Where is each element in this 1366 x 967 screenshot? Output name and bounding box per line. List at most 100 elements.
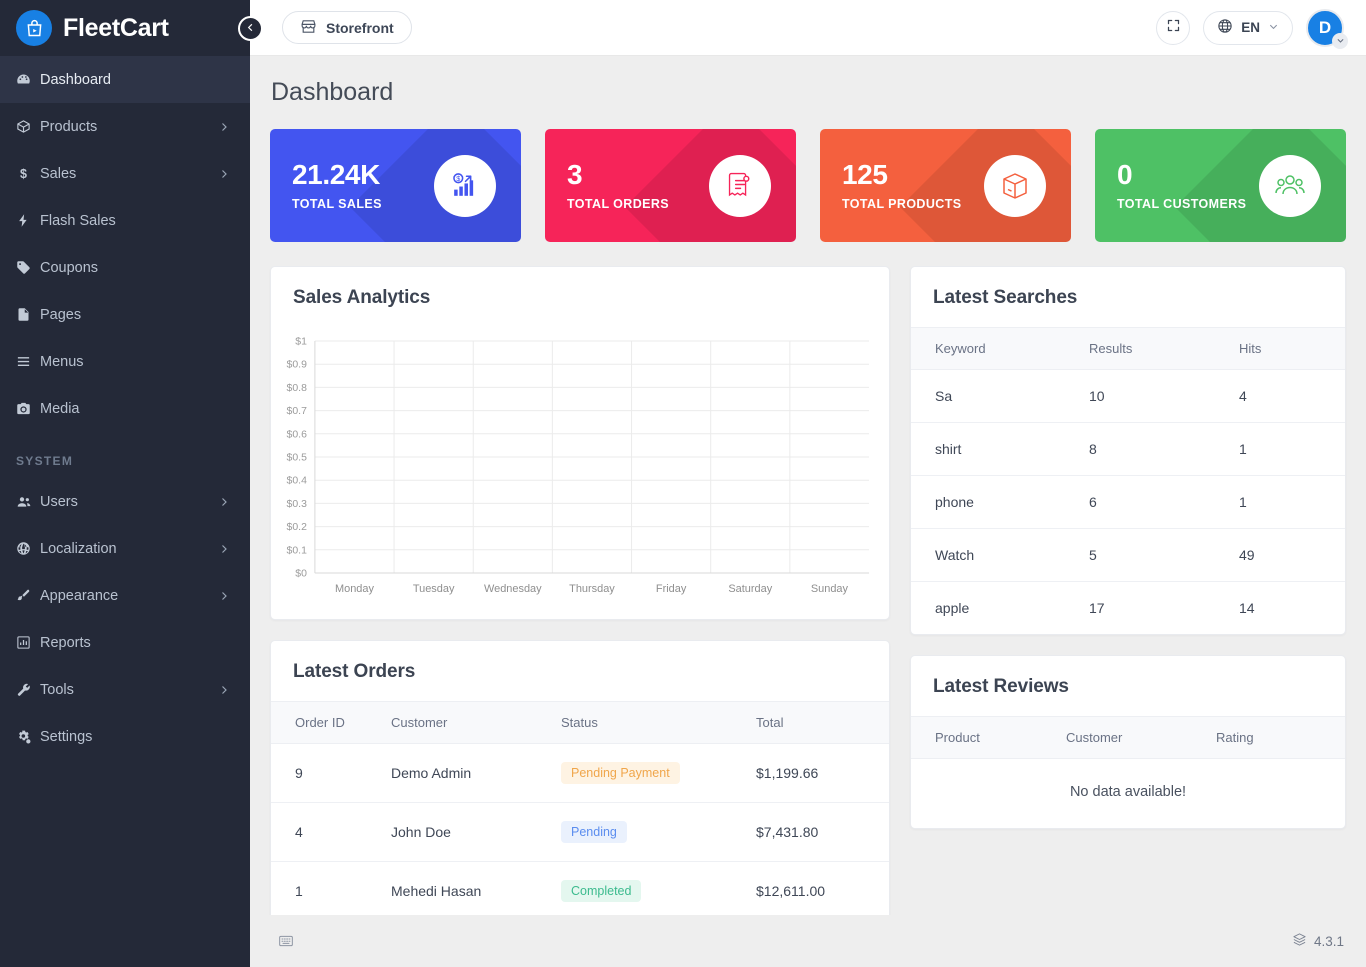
sidebar-item-tools[interactable]: Tools <box>0 666 250 713</box>
table-row[interactable]: Watch 5 49 <box>911 528 1345 582</box>
cell-keyword: apple <box>935 600 970 616</box>
table-header-row: Order ID Customer Status Total <box>271 701 889 744</box>
table-row[interactable]: apple 17 14 <box>911 582 1345 635</box>
stat-card-total-products[interactable]: 125 TOTAL PRODUCTS <box>820 129 1071 242</box>
gears-icon <box>16 729 40 745</box>
table-row[interactable]: Sa 10 4 <box>911 369 1345 423</box>
cell-hits: 4 <box>1229 369 1345 423</box>
users-icon <box>16 494 40 510</box>
sidebar-item-label: Coupons <box>40 259 99 276</box>
tag-icon <box>16 260 40 275</box>
file-icon <box>16 307 40 322</box>
chevron-right-icon <box>218 543 230 555</box>
cell-keyword: phone <box>911 475 1079 529</box>
sales-analytics-chart[interactable]: $1 $0.9 $0.8 $0.7 $0.6 $0.5 $0.4 $0.3 $0.2 $0.1 $0… <box>283 327 877 605</box>
y-axis-tick-label: $0.4 <box>287 476 308 487</box>
table-head: Product Customer Rating <box>911 716 1345 759</box>
topbar: Storefront EN D <box>238 0 1366 56</box>
panel-header: Latest Orders <box>271 641 889 701</box>
stat-caption: TOTAL CUSTOMERS <box>1117 197 1247 212</box>
column-hits: Hits <box>1229 327 1345 370</box>
fullscreen-icon <box>1166 18 1181 38</box>
panel-header: Latest Searches <box>911 267 1345 327</box>
store-icon <box>300 18 317 38</box>
sidebar-item-label: Flash Sales <box>40 212 116 229</box>
y-axis-tick-label: $0.7 <box>287 406 308 417</box>
storefront-button[interactable]: Storefront <box>282 11 412 44</box>
x-axis-tick-label: Wednesday <box>484 583 542 595</box>
cell-keyword: Sa <box>911 369 1079 423</box>
table-header-row: Product Customer Rating <box>911 716 1345 759</box>
sidebar-item-flash-sales[interactable]: Flash Sales <box>0 197 250 244</box>
cell-order-id: 4 <box>271 802 381 862</box>
chevron-right-icon <box>218 121 230 133</box>
x-axis-tick-label: Sunday <box>811 583 849 595</box>
table-row[interactable]: phone 6 1 <box>911 475 1345 529</box>
x-axis-tick-label: Monday <box>335 583 374 595</box>
left-column: Sales Analytics $1 $0.9 $0.8 $0.7 $0.6 $0.5 $0… <box>270 266 890 915</box>
language-label: EN <box>1241 20 1260 35</box>
sidebar-item-pages[interactable]: Pages <box>0 291 250 338</box>
status-badge: Pending Payment <box>561 762 680 784</box>
empty-message: No data available! <box>1069 784 1187 800</box>
table-head: Order ID Customer Status Total <box>271 701 889 744</box>
sidebar-collapse-button[interactable] <box>238 16 263 41</box>
language-selector[interactable]: EN <box>1203 10 1293 45</box>
x-axis-tick-label: Tuesday <box>413 583 455 595</box>
user-menu[interactable]: D <box>1306 8 1348 49</box>
cell-customer: Mehedi Hasan <box>391 883 482 899</box>
stat-card-total-customers[interactable]: 0 TOTAL CUSTOMERS <box>1095 129 1346 242</box>
chart-container[interactable]: $1 $0.9 $0.8 $0.7 $0.6 $0.5 $0.4 $0.3 $0.2 $0.1 $0… <box>271 327 889 619</box>
chevron-right-icon <box>218 496 230 508</box>
panel-title: Sales Analytics <box>293 287 431 308</box>
sidebar-item-reports[interactable]: Reports <box>0 619 250 666</box>
table-header-row: Keyword Results Hits <box>911 327 1345 370</box>
stat-caption: TOTAL SALES <box>292 197 382 212</box>
column-total: Total <box>746 701 889 744</box>
brand[interactable]: FleetCart <box>0 0 250 56</box>
y-axis-tick-label: $0 <box>295 568 307 579</box>
sidebar-item-sales[interactable]: $ Sales <box>0 150 250 197</box>
sidebar-item-coupons[interactable]: Coupons <box>0 244 250 291</box>
cell-hits: 14 <box>1239 600 1255 616</box>
latest-searches-table: Keyword Results Hits Sa 10 4 shirt 8 1 phone 6 1… <box>911 327 1345 634</box>
chevron-down-icon <box>1268 20 1279 35</box>
stat-value: 125 <box>842 158 888 190</box>
sidebar-item-dashboard[interactable]: Dashboard <box>0 56 250 103</box>
sidebar-item-label: Tools <box>40 681 74 698</box>
y-axis-tick-label: $0.6 <box>287 429 308 440</box>
sidebar-item-settings[interactable]: Settings <box>0 713 250 760</box>
dashboard-panels: Sales Analytics $1 $0.9 $0.8 $0.7 $0.6 $0.5 $0… <box>270 266 1346 915</box>
sidebar-item-menus[interactable]: Menus <box>0 338 250 385</box>
table-row[interactable]: shirt 8 1 <box>911 422 1345 476</box>
panel-title: Latest Orders <box>293 661 416 682</box>
sidebar-item-localization[interactable]: Localization <box>0 525 250 572</box>
keyboard-icon[interactable] <box>278 933 294 949</box>
fullscreen-button[interactable] <box>1156 10 1191 45</box>
order-receipt-icon <box>709 154 771 217</box>
sidebar-item-label: Dashboard <box>40 71 111 88</box>
cell-status: Pending Payment <box>551 743 746 803</box>
sidebar-item-users[interactable]: Users <box>0 478 250 525</box>
sidebar-item-label: Appearance <box>40 587 119 604</box>
cell-total: $12,611.00 <box>756 883 826 899</box>
table-row[interactable]: 1 Mehedi Hasan Completed $12,611.00 <box>271 862 889 916</box>
sidebar: FleetCart Dashboard Products $ Sales Fla… <box>0 0 250 967</box>
package-box-icon <box>984 154 1046 217</box>
table-row[interactable]: 4 John Doe Pending $7,431.80 <box>271 802 889 862</box>
chevron-right-icon <box>218 684 230 696</box>
sales-analytics-panel: Sales Analytics $1 $0.9 $0.8 $0.7 $0.6 $0.5 $0… <box>270 266 890 620</box>
empty-row: No data available! <box>911 759 1345 829</box>
stat-card-total-orders[interactable]: 3 TOTAL ORDERS <box>545 129 796 242</box>
table-row[interactable]: 9 Demo Admin Pending Payment $1,199.66 <box>271 743 889 803</box>
sidebar-item-label: Users <box>40 493 78 510</box>
version-indicator: 4.3.1 <box>1292 932 1344 950</box>
sidebar-item-products[interactable]: Products <box>0 103 250 150</box>
cell-status: Pending <box>551 802 746 862</box>
sidebar-item-media[interactable]: Media <box>0 385 250 432</box>
main-area: Storefront EN D Dashboard 21.24K TOTAL S… <box>238 0 1366 967</box>
column-order-id: Order ID <box>271 701 381 744</box>
sidebar-item-appearance[interactable]: Appearance <box>0 572 250 619</box>
stat-card-total-sales[interactable]: 21.24K TOTAL SALES $ <box>270 129 521 242</box>
sidebar-item-label: Menus <box>40 353 84 370</box>
